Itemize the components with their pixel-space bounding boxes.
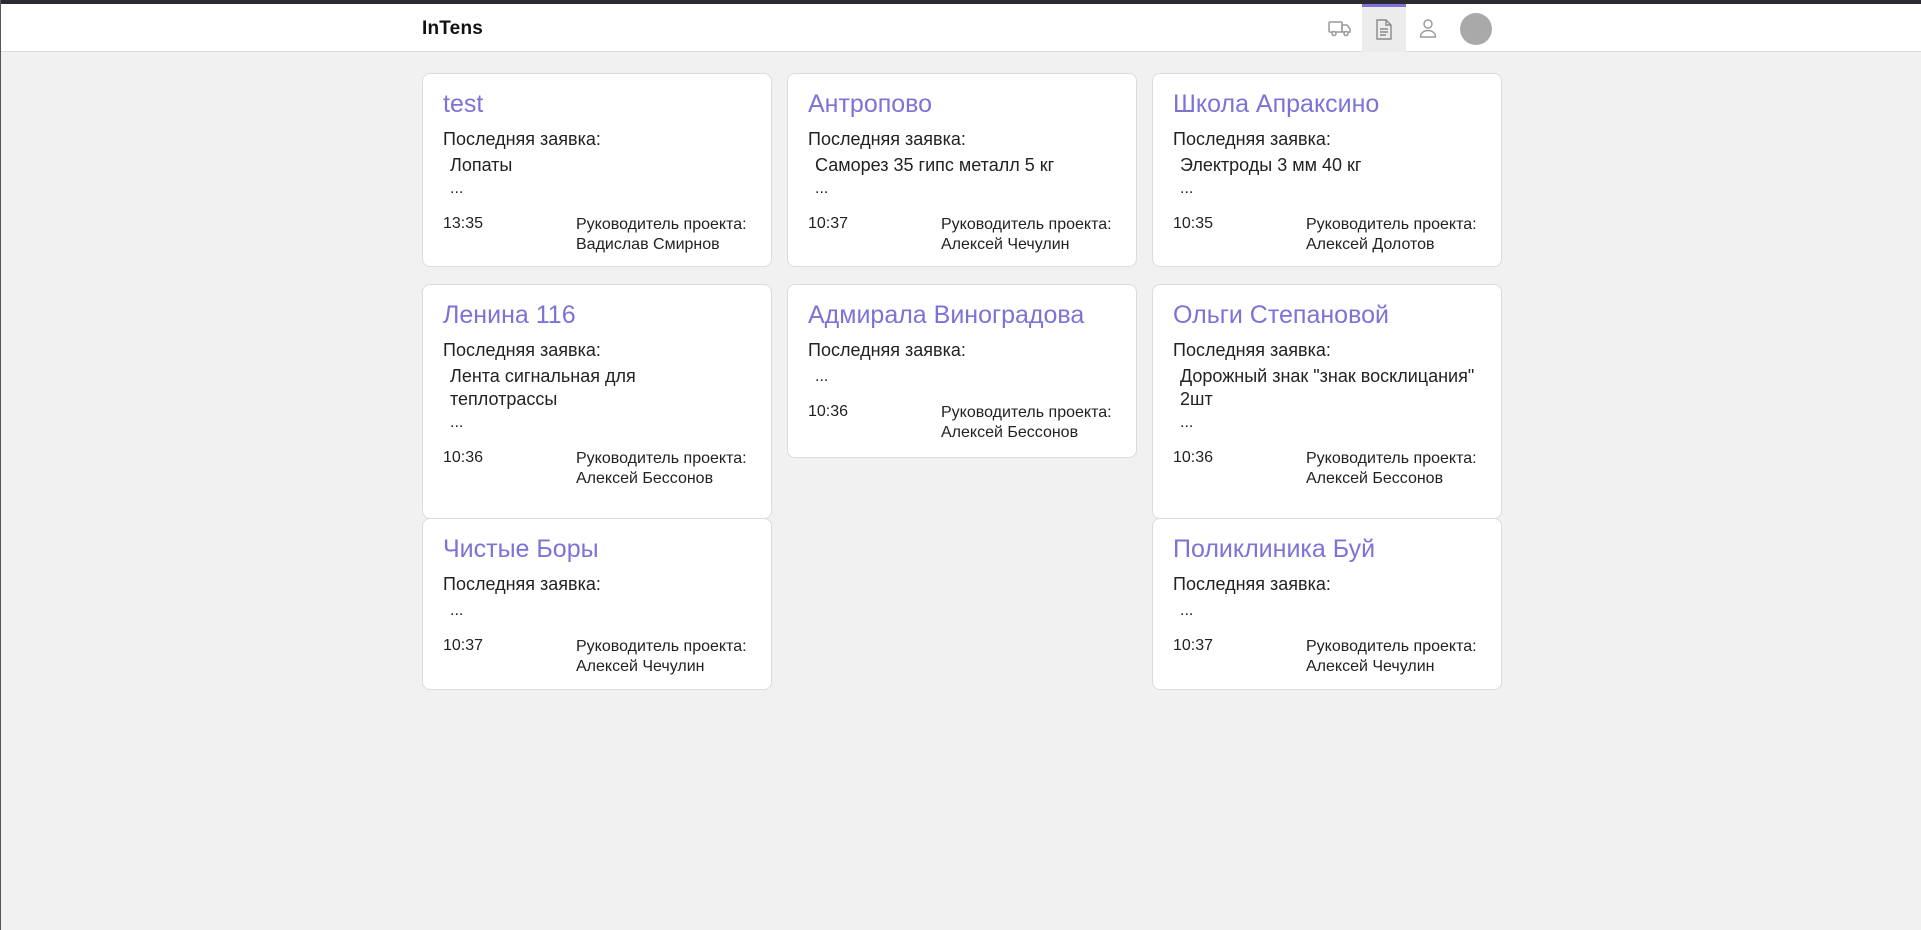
project-manager-name: Алексей Чечулин (1306, 658, 1435, 675)
last-request-label: Последняя заявка: (808, 129, 966, 149)
project-title[interactable]: Ольги Степановой (1173, 301, 1389, 330)
project-manager: Руководитель проекта: Алексей Бессонов (941, 403, 1112, 443)
request-more-ellipsis: ... (450, 414, 464, 431)
last-request-label: Последняя заявка: (1173, 340, 1331, 360)
project-card[interactable]: Ленина 116 Последняя заявка: Лента сигна… (422, 284, 772, 519)
avatar[interactable] (1460, 13, 1492, 45)
project-title[interactable]: Школа Апраксино (1173, 90, 1379, 119)
project-manager-name: Алексей Чечулин (941, 236, 1070, 253)
project-manager-label: Руководитель проекта: (941, 216, 1112, 233)
request-item-line: Дорожный знак "знак восклицания" (1180, 366, 1475, 386)
nav-users-button[interactable] (1406, 4, 1450, 52)
brand-logo[interactable]: InTens (422, 18, 483, 40)
project-manager-label: Руководитель проекта: (1306, 216, 1477, 233)
project-title[interactable]: Ленина 116 (443, 301, 576, 330)
request-item-line: Саморез 35 гипс металл 5 кг (815, 155, 1055, 175)
project-manager-label: Руководитель проекта: (576, 450, 747, 467)
request-time: 10:37 (1173, 637, 1214, 654)
request-time: 10:37 (443, 637, 484, 654)
request-item-line: 2шт (1180, 389, 1213, 409)
project-manager: Руководитель проекта: Алексей Бессонов (1306, 449, 1477, 489)
project-manager-label: Руководитель проекта: (941, 404, 1112, 421)
request-more-ellipsis: ... (1180, 414, 1194, 431)
request-more-ellipsis: ... (1180, 180, 1194, 197)
project-manager: Руководитель проекта: Алексей Чечулин (1306, 637, 1477, 677)
project-manager: Руководитель проекта: Алексей Чечулин (576, 637, 747, 677)
request-more-ellipsis: ... (815, 180, 829, 197)
project-card[interactable]: Поликлиника Буй Последняя заявка: ... 10… (1152, 518, 1502, 690)
project-manager: Руководитель проекта: Вадислав Смирнов (576, 215, 747, 255)
last-request-content: ... (450, 599, 760, 622)
top-header: InTens (1, 4, 1921, 52)
project-manager-label: Руководитель проекта: (1306, 638, 1477, 655)
project-card[interactable]: Ольги Степановой Последняя заявка: Дорож… (1152, 284, 1502, 519)
project-title[interactable]: Антропово (808, 90, 932, 119)
request-time: 13:35 (443, 215, 484, 232)
project-manager-name: Алексей Долотов (1306, 236, 1435, 253)
project-manager-name: Алексей Бессонов (941, 424, 1079, 441)
request-time: 10:36 (443, 449, 484, 466)
last-request-content: Лента сигнальная для теплотрассы... (450, 365, 760, 434)
request-time: 10:36 (1173, 449, 1214, 466)
project-manager-label: Руководитель проекта: (576, 216, 747, 233)
project-title[interactable]: Поликлиника Буй (1173, 535, 1375, 564)
last-request-label: Последняя заявка: (1173, 129, 1331, 149)
request-item-line: Лента сигнальная для (450, 366, 636, 386)
project-manager-label: Руководитель проекта: (1306, 450, 1477, 467)
last-request-content: Лопаты... (450, 154, 760, 200)
last-request-label: Последняя заявка: (443, 574, 601, 594)
last-request-content: ... (815, 365, 1125, 388)
last-request-label: Последняя заявка: (1173, 574, 1331, 594)
project-card[interactable]: Чистые Боры Последняя заявка: ... 10:37 … (422, 518, 772, 690)
project-card[interactable]: Адмирала Виноградова Последняя заявка: .… (787, 284, 1137, 458)
request-more-ellipsis: ... (815, 368, 829, 385)
request-item-line: Лопаты (450, 155, 513, 175)
project-manager: Руководитель проекта: Алексей Долотов (1306, 215, 1477, 255)
project-card[interactable]: Антропово Последняя заявка: Саморез 35 г… (787, 73, 1137, 267)
project-title[interactable]: Адмирала Виноградова (808, 301, 1084, 330)
project-title[interactable]: test (443, 90, 483, 119)
last-request-content: Саморез 35 гипс металл 5 кг... (815, 154, 1125, 200)
request-more-ellipsis: ... (450, 180, 464, 197)
project-manager-name: Вадислав Смирнов (576, 236, 720, 253)
project-card[interactable]: Школа Апраксино Последняя заявка: Электр… (1152, 73, 1502, 267)
document-icon (1376, 19, 1392, 40)
last-request-content: ... (1180, 599, 1490, 622)
project-manager-label: Руководитель проекта: (576, 638, 747, 655)
project-title[interactable]: Чистые Боры (443, 535, 599, 564)
project-manager-name: Алексей Бессонов (1306, 470, 1444, 487)
request-more-ellipsis: ... (1180, 602, 1194, 619)
request-time: 10:36 (808, 403, 849, 420)
project-manager: Руководитель проекта: Алексей Чечулин (941, 215, 1112, 255)
request-item-line: Электроды 3 мм 40 кг (1180, 155, 1362, 175)
last-request-label: Последняя заявка: (443, 340, 601, 360)
last-request-content: Дорожный знак "знак восклицания" 2шт... (1180, 365, 1490, 434)
truck-icon (1328, 21, 1351, 37)
request-time: 10:35 (1173, 215, 1214, 232)
nav-requests-button[interactable] (1362, 4, 1406, 52)
user-icon (1419, 19, 1437, 38)
project-card[interactable]: test Последняя заявка: Лопаты... 13:35 Р… (422, 73, 772, 267)
project-manager-name: Алексей Бессонов (576, 470, 714, 487)
request-time: 10:37 (808, 215, 849, 232)
last-request-label: Последняя заявка: (443, 129, 601, 149)
request-more-ellipsis: ... (450, 602, 464, 619)
last-request-content: Электроды 3 мм 40 кг... (1180, 154, 1490, 200)
project-manager-name: Алексей Чечулин (576, 658, 705, 675)
last-request-label: Последняя заявка: (808, 340, 966, 360)
project-manager: Руководитель проекта: Алексей Бессонов (576, 449, 747, 489)
nav-truck-button[interactable] (1318, 4, 1362, 52)
request-item-line: теплотрассы (450, 389, 558, 409)
